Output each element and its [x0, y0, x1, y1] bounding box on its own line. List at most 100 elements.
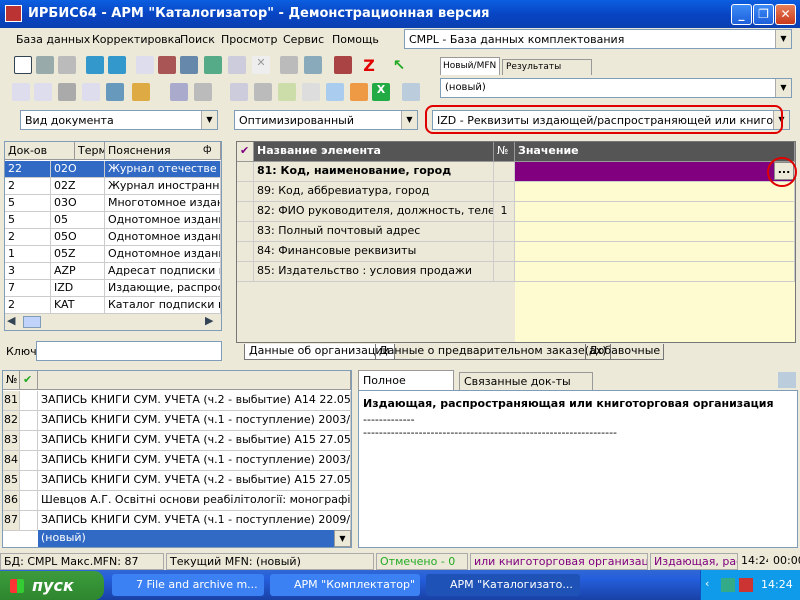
pin-icon[interactable]: ф: [203, 144, 212, 155]
delete-icon[interactable]: ✕: [252, 56, 270, 74]
record-check[interactable]: [20, 431, 38, 451]
field-value[interactable]: [515, 182, 795, 202]
menu-view[interactable]: Просмотр: [221, 33, 277, 46]
record-text[interactable]: ЗАПИСЬ КНИГИ СУМ. УЧЕТА (ч.1 - поступлен…: [38, 511, 351, 531]
tree-icon[interactable]: [204, 56, 222, 74]
key-input[interactable]: [36, 341, 222, 361]
settings-icon[interactable]: [402, 83, 420, 101]
dict-cell-count[interactable]: 5: [5, 212, 51, 229]
dict-cell-count[interactable]: 1: [5, 246, 51, 263]
chevron-down-icon[interactable]: ▼: [334, 530, 351, 547]
dict-cell-count[interactable]: 3: [5, 263, 51, 280]
field-name[interactable]: 84: Финансовые реквизиты: [254, 242, 494, 262]
copies-icon[interactable]: [254, 83, 272, 101]
dict-cell-desc[interactable]: Каталог подписки п: [105, 297, 221, 314]
dict-cell-term[interactable]: AZP: [51, 263, 105, 280]
save-icon[interactable]: [36, 56, 54, 74]
record-text[interactable]: ЗАПИСЬ КНИГИ СУМ. УЧЕТА (ч.2 - выбытие) …: [38, 471, 351, 491]
record-text[interactable]: ЗАПИСЬ КНИГИ СУМ. УЧЕТА (ч.2 - выбытие) …: [38, 391, 351, 411]
field-name[interactable]: 89: Код, аббревиатура, город: [254, 182, 494, 202]
record-text[interactable]: ЗАПИСЬ КНИГИ СУМ. УЧЕТА (ч.1 - поступлен…: [38, 451, 351, 471]
dict-cell-desc[interactable]: Однотомное издани: [105, 212, 221, 229]
link-icon[interactable]: [106, 83, 124, 101]
field-value[interactable]: [515, 162, 795, 182]
field-name[interactable]: 82: ФИО руководителя, должность, телефон…: [254, 202, 494, 222]
horizontal-scrollbar[interactable]: ◀ ▶: [5, 314, 221, 330]
copy2-icon[interactable]: [326, 83, 344, 101]
book-icon[interactable]: [334, 56, 352, 74]
field-row-marker[interactable]: [237, 162, 254, 182]
undo-icon[interactable]: [58, 56, 76, 74]
field-value[interactable]: [515, 262, 795, 282]
record-check[interactable]: [20, 451, 38, 471]
menu-service[interactable]: Сервис: [283, 33, 324, 46]
dict-cell-term[interactable]: 03O: [51, 195, 105, 212]
field-num[interactable]: 1: [494, 202, 515, 222]
field-name[interactable]: 81: Код, наименование, город: [254, 162, 494, 182]
task-komplektator[interactable]: АРМ "Комплектатор": [270, 574, 420, 596]
dict-cell-desc[interactable]: Многотомное издан: [105, 195, 221, 212]
back-icon[interactable]: [86, 56, 104, 74]
menu-search[interactable]: Поиск: [180, 33, 215, 46]
task-file-archive[interactable]: 7 File and archive m...: [112, 574, 264, 596]
dict-cell-count[interactable]: 2: [5, 229, 51, 246]
record-check[interactable]: [20, 391, 38, 411]
scroll-thumb[interactable]: [23, 316, 41, 328]
dict-cell-count[interactable]: 22: [5, 161, 51, 178]
list-icon[interactable]: [194, 83, 212, 101]
fields-icon[interactable]: [82, 83, 100, 101]
record-num[interactable]: 82: [3, 411, 20, 431]
export-icon[interactable]: [304, 56, 322, 74]
field-value[interactable]: [515, 222, 795, 242]
print-icon[interactable]: [280, 56, 298, 74]
field-name[interactable]: 85: Издательство : условия продажи: [254, 262, 494, 282]
field-name[interactable]: 83: Полный почтовый адрес: [254, 222, 494, 242]
selected-new-record[interactable]: (новый): [38, 530, 334, 547]
tray-app-icon[interactable]: [721, 578, 735, 592]
doc-icon[interactable]: [278, 83, 296, 101]
record-num[interactable]: 81: [3, 391, 20, 411]
search-icon[interactable]: [170, 83, 188, 101]
format2-icon[interactable]: [34, 83, 52, 101]
field-value[interactable]: [515, 242, 795, 262]
dict-cell-term[interactable]: IZD: [51, 280, 105, 297]
record-check[interactable]: [20, 411, 38, 431]
menu-help[interactable]: Помощь: [332, 33, 379, 46]
excel-icon[interactable]: X: [372, 83, 390, 101]
tab-full-description[interactable]: Полное описание: [358, 370, 454, 400]
tab-new-mfn[interactable]: Новый/MFN: [440, 57, 500, 75]
forward-icon[interactable]: [108, 56, 126, 74]
print2-icon[interactable]: [230, 83, 248, 101]
dict-cell-count[interactable]: 5: [5, 195, 51, 212]
record-text[interactable]: Шевцов А.Г. Освітні основи реабілітологі…: [38, 491, 351, 511]
dict-cell-term[interactable]: 05O: [51, 229, 105, 246]
menu-database[interactable]: База данных: [16, 33, 90, 46]
z3950-icon[interactable]: Z: [360, 56, 378, 75]
menu-edit[interactable]: Корректировка: [92, 33, 181, 46]
tab-related-docs[interactable]: Связанные док-ты (НЕТ): [459, 372, 593, 401]
mode-select[interactable]: Оптимизированный ▼: [234, 110, 418, 130]
copy-icon[interactable]: [136, 56, 154, 74]
ellipsis-button[interactable]: ...: [774, 162, 794, 180]
gray-icon[interactable]: [58, 83, 76, 101]
field-num[interactable]: [494, 182, 515, 202]
dict-cell-term[interactable]: 02O: [51, 161, 105, 178]
record-check[interactable]: [20, 511, 38, 531]
dict-cell-term[interactable]: 05: [51, 212, 105, 229]
dict-cell-term[interactable]: 05Z: [51, 246, 105, 263]
page-icon[interactable]: [302, 83, 320, 101]
record-num[interactable]: 84: [3, 451, 20, 471]
upload-icon[interactable]: [350, 83, 368, 101]
document-view-select[interactable]: Вид документа ▼: [20, 110, 218, 130]
tab-preorder-data[interactable]: Данные о предварительном заказе(ах): [375, 344, 611, 360]
field-num[interactable]: [494, 262, 515, 282]
field-row-marker[interactable]: [237, 202, 254, 222]
dict-cell-desc[interactable]: Однотомное издани: [105, 229, 221, 246]
new-icon[interactable]: [14, 56, 32, 74]
field-num[interactable]: [494, 242, 515, 262]
record-num[interactable]: 86: [3, 491, 20, 511]
table-icon[interactable]: [158, 56, 176, 74]
dict-cell-desc[interactable]: Журнал отечестве: [105, 161, 221, 178]
tab-search-results[interactable]: Результаты поиска: [502, 59, 592, 86]
dict-cell-count[interactable]: 2: [5, 178, 51, 195]
